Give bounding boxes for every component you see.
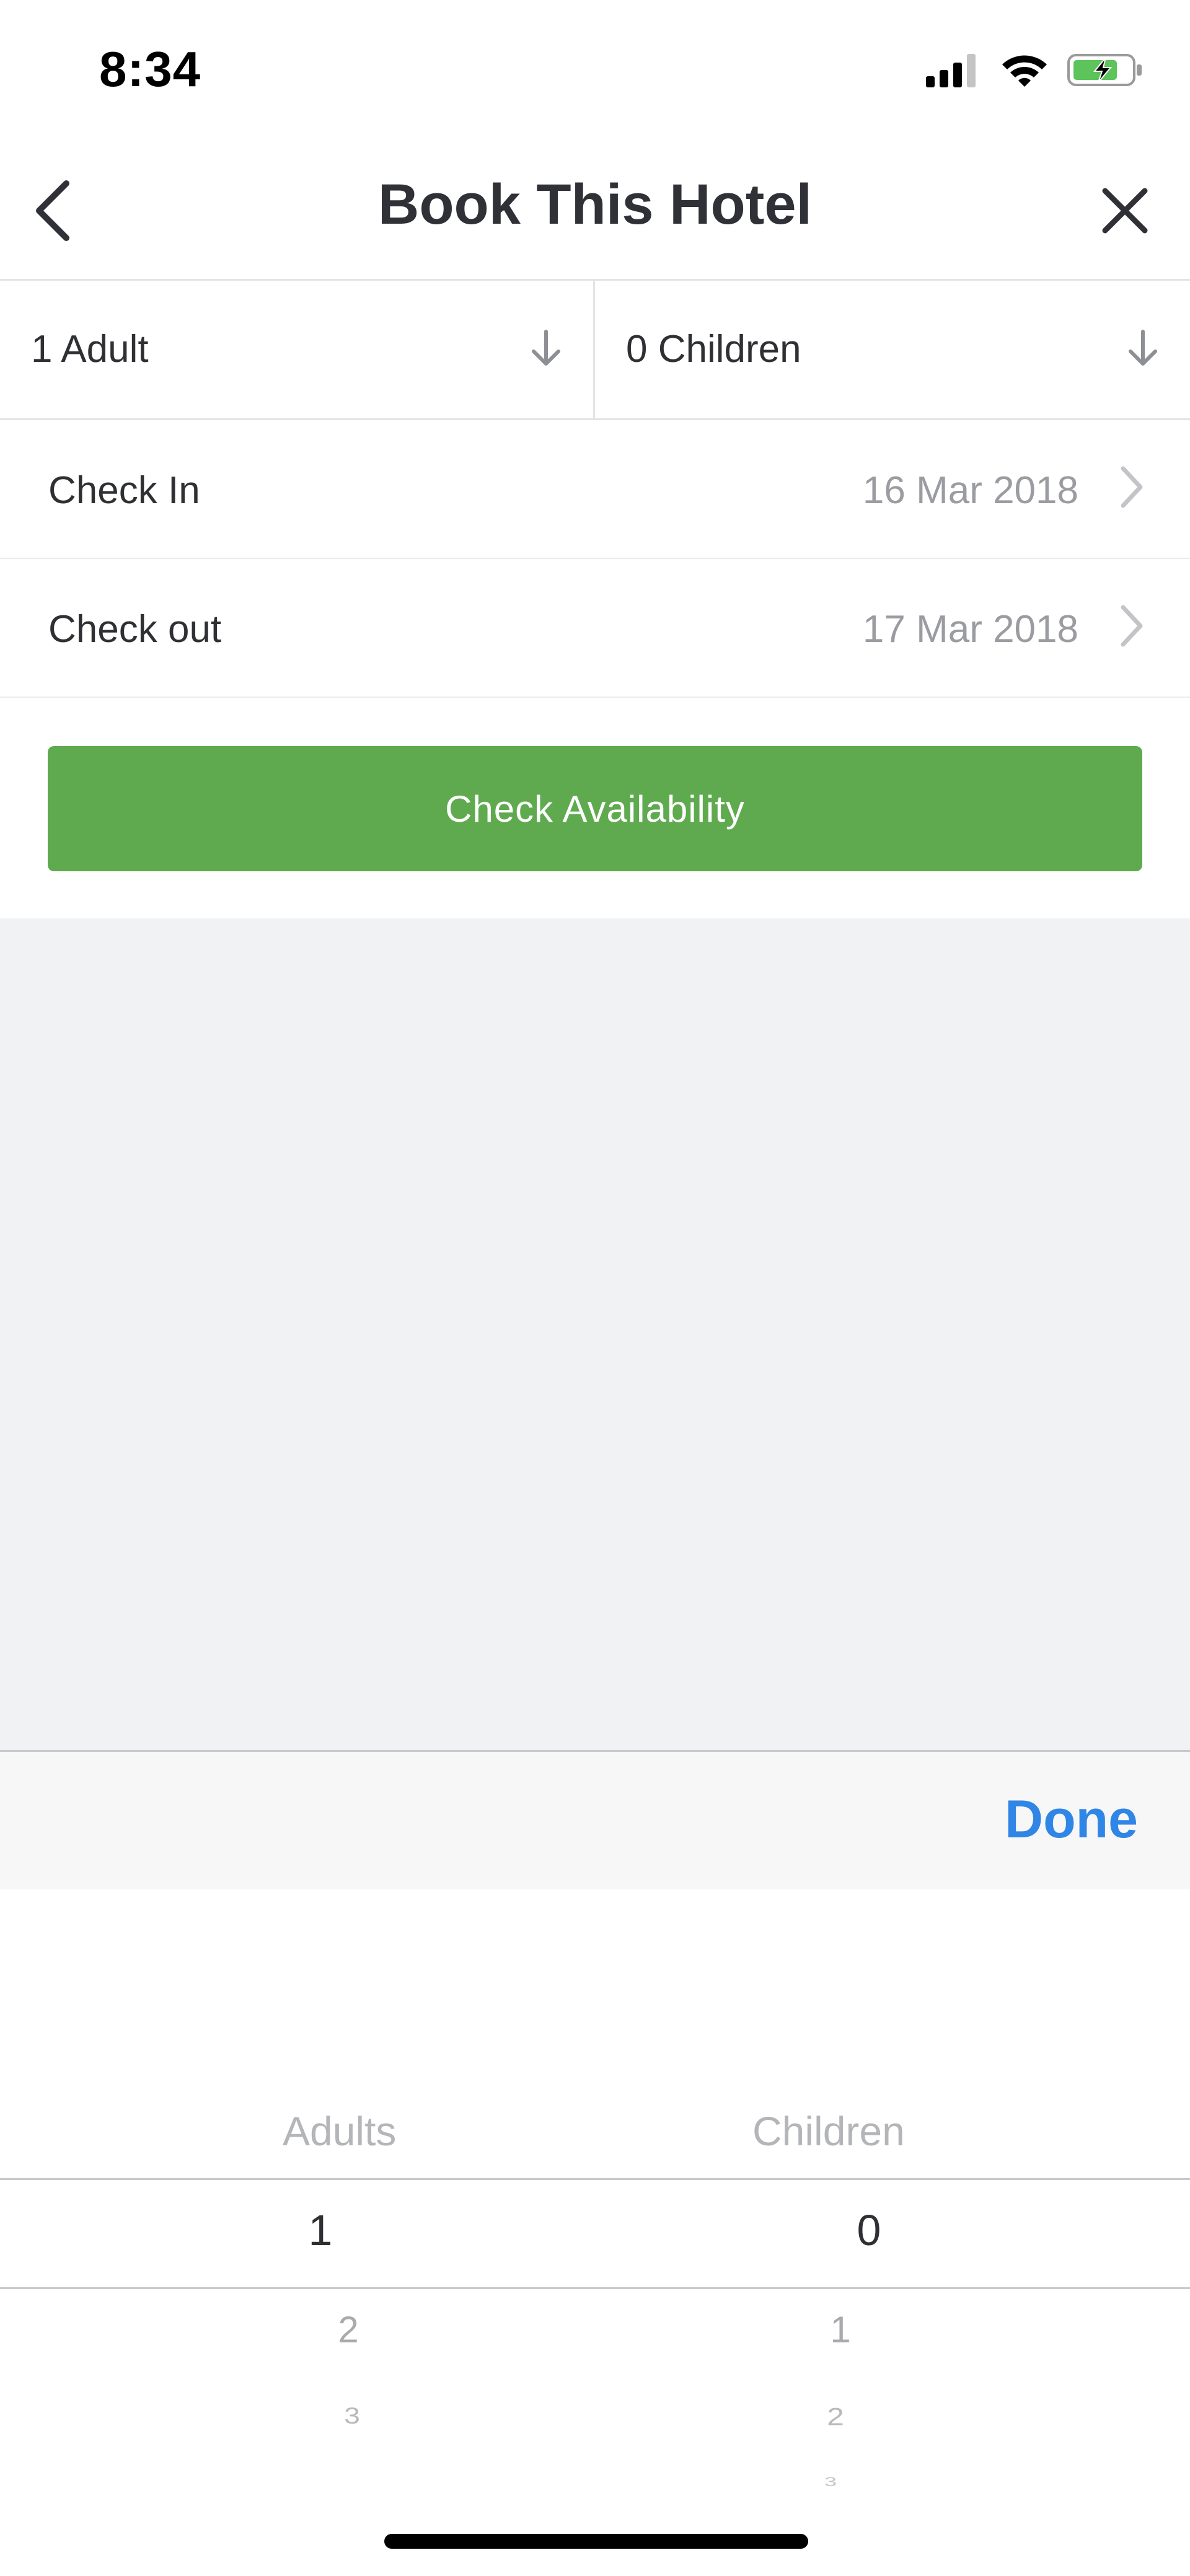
children-label: 0 Children: [626, 328, 801, 371]
picker-selection-bottom-line: [0, 2287, 1190, 2289]
guest-picker[interactable]: Adults Children 1 2 3 0 1 2 3: [0, 1889, 1190, 2576]
picker-toolbar: Done: [0, 1752, 1190, 1889]
check-availability-section: Check Availability: [0, 699, 1190, 918]
wifi-icon: [1002, 55, 1047, 87]
picker-adults-option[interactable]: 2: [286, 2308, 410, 2351]
home-indicator[interactable]: [384, 2534, 808, 2549]
check-out-value: 17 Mar 2018: [862, 608, 1078, 651]
status-time: 8:34: [99, 42, 201, 97]
done-button[interactable]: Done: [1005, 1789, 1138, 1850]
picker-children-option[interactable]: 3: [769, 2474, 892, 2489]
chevron-right-icon: [1121, 466, 1143, 508]
signal-icon: [926, 54, 976, 87]
children-selector[interactable]: 0 Children: [595, 281, 1190, 418]
content-background: [0, 918, 1190, 1752]
picker-selection-top-line: [0, 2178, 1190, 2180]
check-in-row[interactable]: Check In 16 Mar 2018: [0, 420, 1190, 559]
picker-adults-option[interactable]: 3: [290, 2402, 414, 2429]
nav-bar: Book This Hotel: [0, 143, 1190, 281]
close-button[interactable]: [1091, 177, 1159, 245]
check-in-label: Check In: [48, 469, 200, 512]
check-in-value: 16 Mar 2018: [862, 469, 1078, 512]
picker-adults-selected[interactable]: 1: [258, 2205, 382, 2255]
status-bar: 8:34: [0, 0, 1190, 143]
status-icons: [926, 52, 1143, 88]
picker-children-option[interactable]: 1: [778, 2308, 902, 2351]
picker-children-selected[interactable]: 0: [807, 2205, 931, 2255]
close-icon: [1102, 188, 1148, 234]
adults-selector[interactable]: 1 Adult: [0, 281, 595, 418]
check-out-label: Check out: [48, 608, 222, 651]
adults-label: 1 Adult: [31, 328, 149, 371]
check-availability-button[interactable]: Check Availability: [48, 746, 1142, 871]
picker-header-adults: Adults: [283, 2108, 397, 2154]
arrow-down-icon: [532, 330, 560, 366]
check-out-row[interactable]: Check out 17 Mar 2018: [0, 559, 1190, 698]
battery-charging-icon: [1067, 54, 1142, 86]
picker-header-children: Children: [752, 2108, 905, 2154]
guest-selectors: 1 Adult 0 Children: [0, 281, 1190, 420]
arrow-down-icon: [1129, 330, 1157, 366]
chevron-right-icon: [1121, 605, 1143, 647]
page-title: Book This Hotel: [377, 173, 813, 236]
picker-children-option[interactable]: 2: [774, 2402, 897, 2431]
